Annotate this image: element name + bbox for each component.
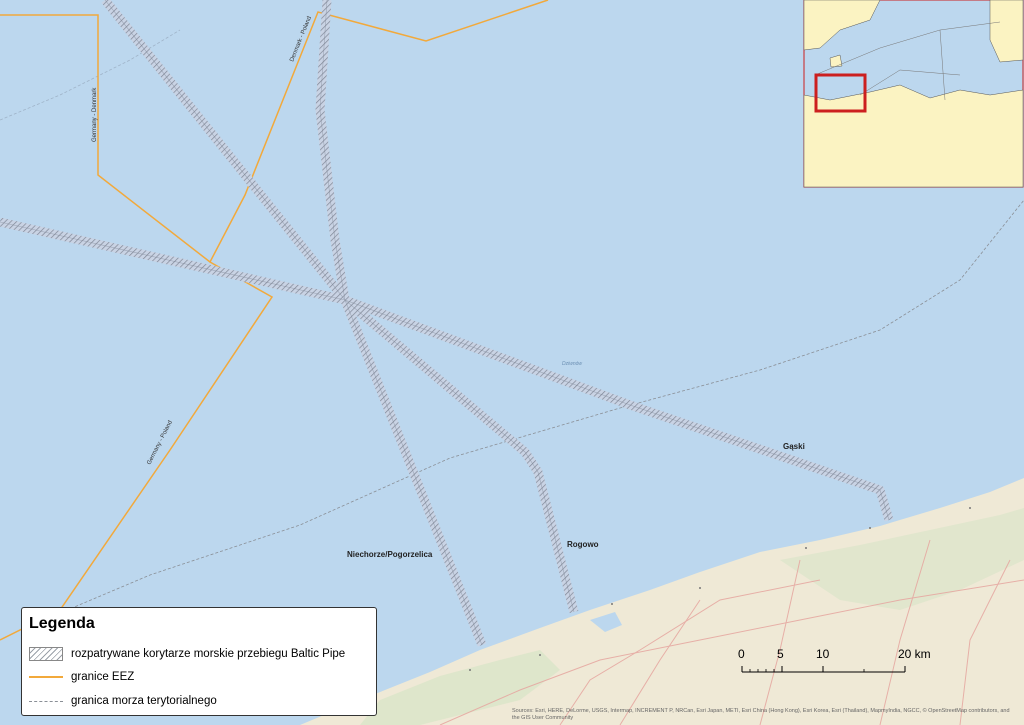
label-niechorze: Niechorze/Pogorzelica bbox=[347, 550, 433, 559]
legend-item-corridor: rozpatrywane korytarze morskie przebiegu… bbox=[29, 646, 345, 662]
legend-item-label: granice EEZ bbox=[71, 671, 135, 683]
map-attribution: Sources: Esri, HERE, DeLorme, USGS, Inte… bbox=[512, 708, 1010, 721]
label-rogowo: Rogowo bbox=[567, 540, 599, 549]
legend-item-eez: granice EEZ bbox=[29, 669, 134, 685]
scale-tick-label: 20 km bbox=[898, 647, 931, 661]
scale-tick-label: 0 bbox=[738, 647, 745, 661]
orange-line-icon bbox=[29, 676, 63, 678]
water-label: Dziwnów bbox=[562, 361, 582, 367]
legend-item-label: granica morza terytorialnego bbox=[71, 695, 217, 707]
legend-item-label: rozpatrywane korytarze morskie przebiegu… bbox=[71, 648, 346, 660]
legend-title: Legenda bbox=[29, 615, 95, 632]
inset-land-south bbox=[803, 84, 1024, 188]
hatched-corridor-icon bbox=[29, 647, 63, 661]
scale-bar-graphic bbox=[741, 666, 906, 673]
scale-tick-label: 5 bbox=[777, 647, 784, 661]
boundary-label-germany-denmark: Germany - Denmark bbox=[92, 87, 98, 142]
scale-bar: 0 5 10 20 km bbox=[738, 647, 938, 677]
label-gaski: Gąski bbox=[783, 442, 805, 451]
inset-map[interactable] bbox=[803, 0, 1024, 188]
scale-tick-label: 10 bbox=[816, 647, 830, 661]
legend-item-territorial: granica morza terytorialnego bbox=[29, 693, 217, 709]
gray-dashed-line-icon bbox=[29, 700, 63, 702]
legend-panel: Legenda rozpatrywane korytarze morskie p… bbox=[21, 607, 377, 716]
